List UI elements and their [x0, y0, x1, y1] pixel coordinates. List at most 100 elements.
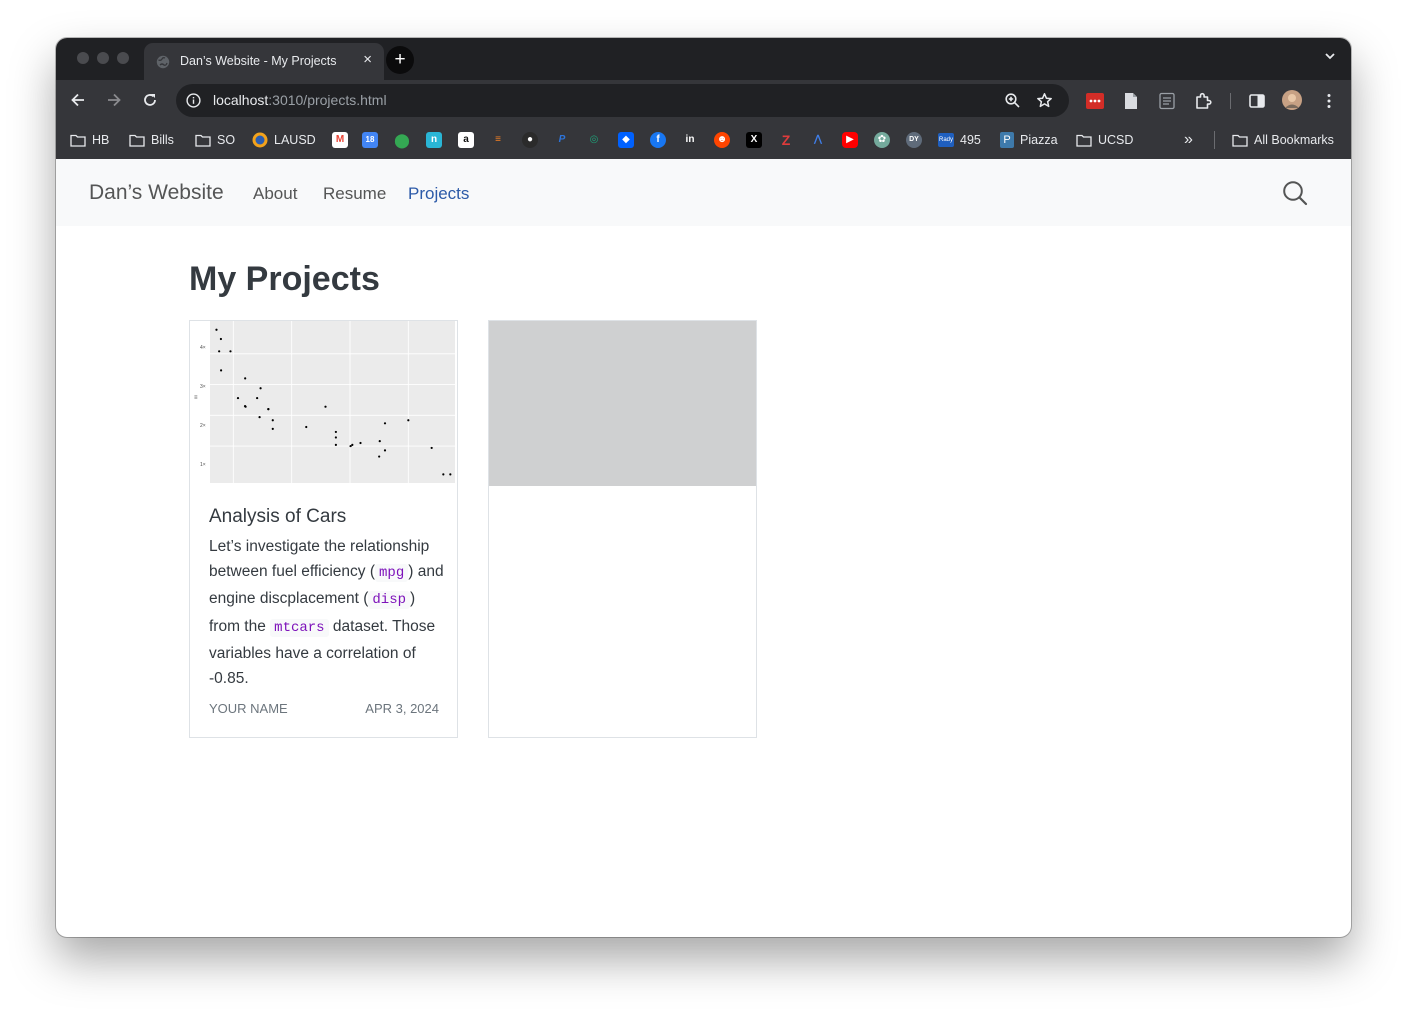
- chatgpt-icon[interactable]: ✿: [874, 132, 890, 148]
- data-point: [267, 408, 270, 411]
- y-tick-label: 1×: [200, 462, 206, 468]
- more-icon[interactable]: [1320, 92, 1338, 110]
- document-icon[interactable]: [1122, 92, 1140, 110]
- bookmark-folder-ucsd[interactable]: UCSD: [1076, 131, 1133, 149]
- maps-icon[interactable]: ⬤: [394, 132, 410, 148]
- zoom-icon[interactable]: [1004, 92, 1021, 109]
- project-card-empty[interactable]: [488, 320, 757, 738]
- chevron-down-icon[interactable]: [1323, 49, 1337, 63]
- bookmark-label: Bills: [151, 133, 174, 147]
- bookmark-piazza[interactable]: P Piazza: [1000, 131, 1058, 149]
- bookmark-folder-so[interactable]: SO: [195, 131, 235, 149]
- bookmark-label: All Bookmarks: [1254, 133, 1334, 147]
- avatar[interactable]: [1282, 90, 1302, 110]
- forward-icon[interactable]: [105, 91, 123, 109]
- browser-window: Dan’s Website - My Projects × + localhos…: [56, 38, 1351, 937]
- data-point: [258, 416, 261, 419]
- bookmark-folder-bills[interactable]: Bills: [129, 131, 174, 149]
- data-point: [449, 473, 452, 476]
- card-title[interactable]: Analysis of Cars: [209, 506, 346, 528]
- data-point: [334, 443, 337, 446]
- data-point: [271, 419, 274, 422]
- nav-projects[interactable]: Projects: [408, 184, 469, 204]
- mountain-icon[interactable]: ⋀: [810, 132, 826, 148]
- side-panel-icon[interactable]: [1248, 92, 1266, 110]
- zoom-window-button[interactable]: [117, 52, 129, 64]
- stackoverflow-icon[interactable]: ≡: [490, 132, 506, 148]
- github-icon[interactable]: ●: [522, 132, 538, 148]
- bookmark-label: 495: [960, 133, 981, 147]
- site-brand[interactable]: Dan’s Website: [89, 181, 224, 205]
- data-point: [334, 430, 337, 434]
- folder-icon: [1232, 134, 1248, 147]
- amazon-icon[interactable]: a: [458, 132, 474, 148]
- extensions-icon[interactable]: [1194, 92, 1212, 110]
- site-navbar: Dan’s Website About Resume Projects: [56, 159, 1351, 226]
- data-point: [305, 425, 308, 429]
- page-title: My Projects: [189, 260, 380, 298]
- card-description: Let’s investigate the relationship betwe…: [209, 534, 444, 691]
- data-point: [229, 350, 232, 353]
- rady-icon: Rady: [938, 133, 954, 147]
- url-text[interactable]: localhost:3010/projects.html: [213, 92, 387, 108]
- all-bookmarks-button[interactable]: All Bookmarks: [1232, 131, 1334, 149]
- card-date: Apr 3, 2024: [365, 701, 439, 716]
- y-tick-label: 3×: [200, 384, 206, 390]
- bookmark-folder-hb[interactable]: HB: [70, 131, 109, 149]
- tab-title: Dan’s Website - My Projects: [180, 54, 337, 68]
- browser-toolbar: localhost:3010/projects.html: [56, 80, 1351, 121]
- reddit-icon[interactable]: ☻: [714, 132, 730, 148]
- bookmark-label: SO: [217, 133, 236, 147]
- y-axis-ticklabels: 4× 3× 2× 1×: [200, 345, 206, 468]
- code-mpg: mpg: [375, 564, 409, 583]
- data-point: [256, 396, 259, 400]
- close-window-button[interactable]: [77, 52, 89, 64]
- url-host: localhost: [213, 92, 269, 108]
- lausd-icon: [252, 132, 268, 148]
- nav-resume[interactable]: Resume: [323, 184, 386, 204]
- starbucks-icon[interactable]: ◎: [586, 132, 602, 148]
- new-tab-button[interactable]: +: [386, 46, 414, 74]
- data-point: [334, 436, 337, 439]
- gmail-icon[interactable]: M: [332, 132, 348, 148]
- facebook-icon[interactable]: f: [650, 132, 666, 148]
- folder-icon: [195, 134, 211, 147]
- data-point: [219, 337, 223, 341]
- address-bar[interactable]: localhost:3010/projects.html: [176, 84, 1069, 117]
- reader-icon[interactable]: [1158, 92, 1176, 110]
- bookmark-label: HB: [92, 133, 110, 147]
- bookmark-lausd[interactable]: LAUSD: [252, 131, 316, 149]
- url-path: :3010/projects.html: [268, 92, 387, 108]
- back-icon[interactable]: [69, 91, 87, 109]
- scatter-plot-thumbnail: 4× 3× 2× 1× ≡: [194, 321, 455, 483]
- data-point: [383, 449, 387, 452]
- search-icon[interactable]: [1282, 180, 1308, 206]
- youtube-icon[interactable]: ▶: [842, 132, 858, 148]
- browser-tab-active[interactable]: Dan’s Website - My Projects ×: [144, 43, 384, 80]
- minimize-window-button[interactable]: [97, 52, 109, 64]
- more-bookmarks-button[interactable]: »: [1184, 131, 1193, 149]
- star-icon[interactable]: [1036, 92, 1053, 109]
- bookmark-495[interactable]: Rady 495: [938, 131, 981, 149]
- paypal-icon[interactable]: P: [554, 132, 570, 148]
- lastpass-icon[interactable]: [1086, 92, 1104, 110]
- tab-close-button[interactable]: ×: [363, 51, 372, 68]
- notion-like-icon[interactable]: n: [426, 132, 442, 148]
- data-point: [218, 350, 221, 353]
- linkedin-icon[interactable]: in: [682, 132, 698, 148]
- zotero-icon[interactable]: Z: [778, 132, 794, 148]
- data-point: [324, 405, 327, 408]
- dropbox-icon[interactable]: ◆: [618, 132, 634, 148]
- globe-icon: [156, 55, 170, 69]
- calendar-icon[interactable]: 18: [362, 132, 378, 148]
- reload-icon[interactable]: [141, 91, 159, 109]
- data-point: [442, 473, 445, 476]
- image-placeholder: [489, 321, 756, 486]
- project-card[interactable]: 4× 3× 2× 1× ≡ Analysis of Cars Let’s inv…: [189, 320, 458, 738]
- data-point: [351, 443, 354, 446]
- nav-about[interactable]: About: [253, 184, 297, 204]
- dy-icon[interactable]: DY: [906, 132, 922, 148]
- info-icon[interactable]: [186, 93, 201, 108]
- x-icon[interactable]: X: [746, 132, 762, 148]
- plot-panel: [210, 321, 455, 483]
